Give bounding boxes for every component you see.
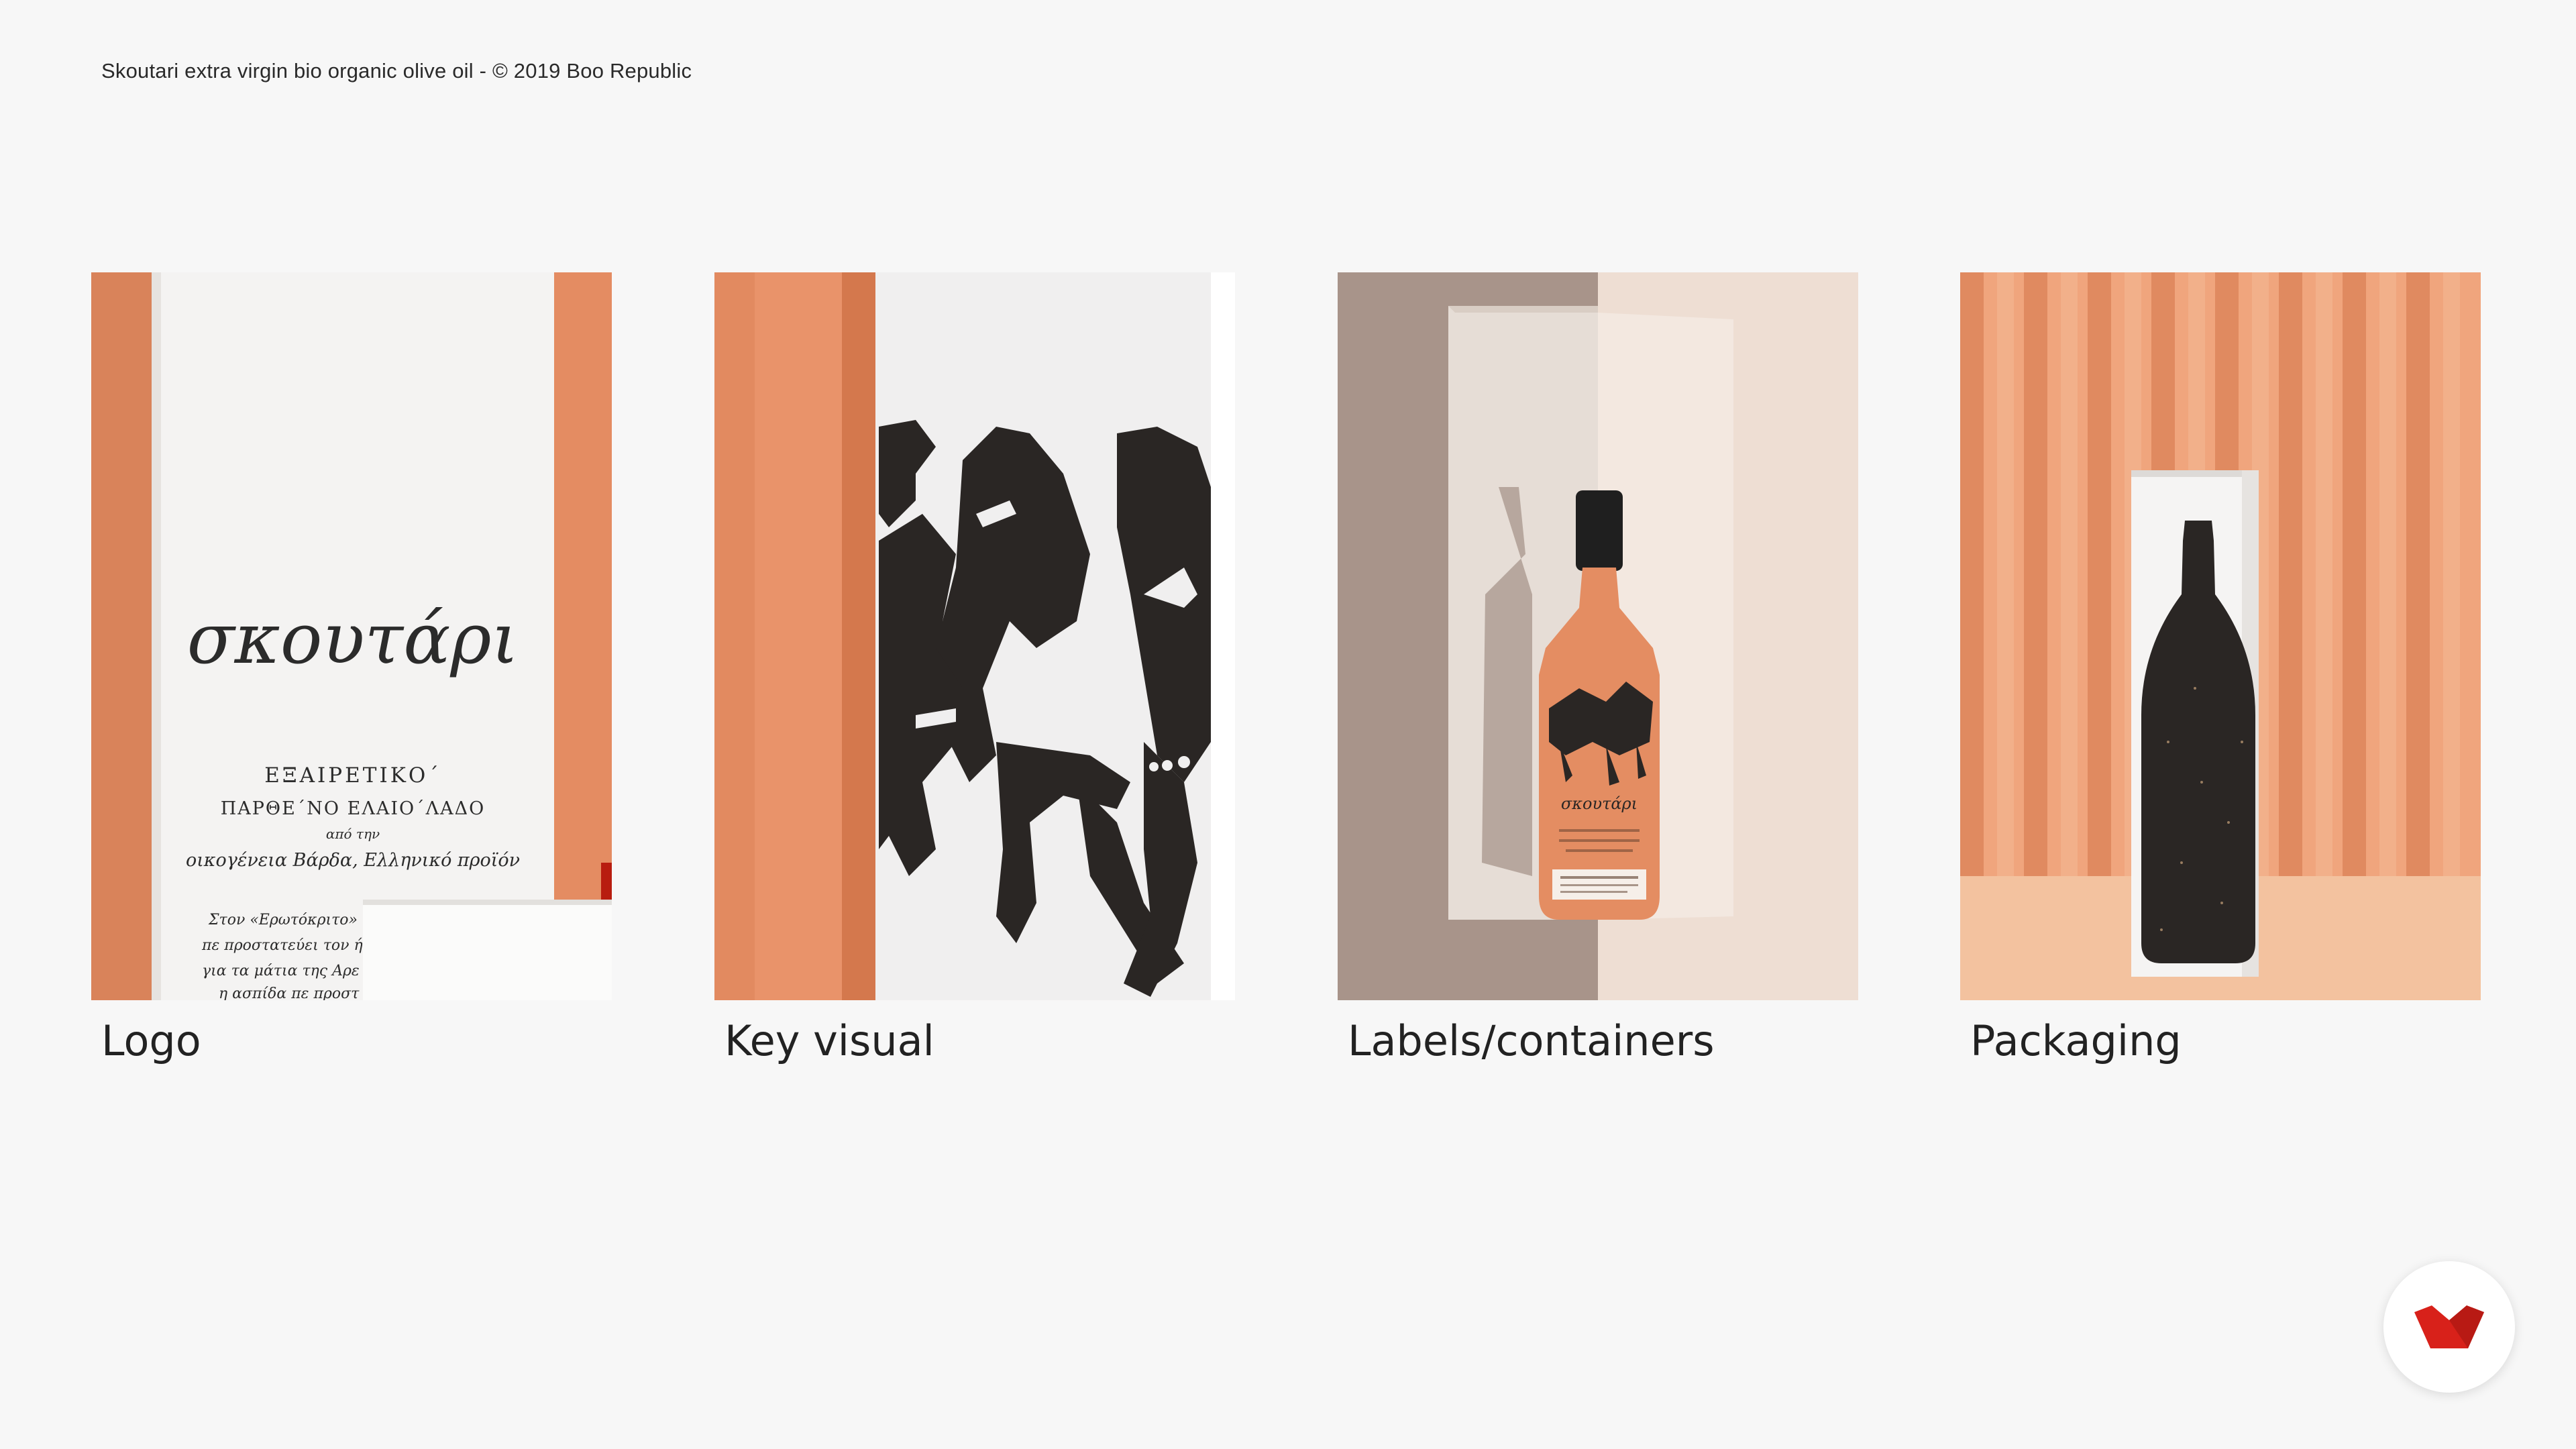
packaging-thumbnail[interactable] bbox=[1960, 272, 2481, 1000]
svg-text:από την: από την bbox=[326, 826, 380, 842]
card-label-logo[interactable]: Logo bbox=[91, 1016, 612, 1065]
svg-text:για τα μάτια της Αρε: για τα μάτια της Αρε bbox=[202, 963, 360, 979]
page: Skoutari extra virgin bio organic olive … bbox=[0, 0, 2576, 1449]
credit-text: Skoutari extra virgin bio organic olive … bbox=[101, 59, 692, 83]
card-label-labels-containers[interactable]: Labels/containers bbox=[1338, 1016, 1858, 1065]
project-card-logo[interactable]: σκουτάρι ΕΞΑΙΡΕΤΙΚΟ΄ ΠΑΡΘΕ΄ΝΟ ΕΛΑΙΟ΄ΛΑΔΟ… bbox=[91, 272, 612, 1065]
card-label-packaging[interactable]: Packaging bbox=[1960, 1016, 2481, 1065]
svg-text:πε προστατεύει τον ή: πε προστατεύει τον ή bbox=[201, 937, 363, 954]
svg-text:ΕΞΑΙΡΕΤΙΚΟ΄: ΕΞΑΙΡΕΤΙΚΟ΄ bbox=[264, 763, 441, 788]
project-card-packaging[interactable]: Packaging bbox=[1960, 272, 2481, 1065]
labels-containers-thumbnail[interactable]: σκουτάρι bbox=[1338, 272, 1858, 1000]
svg-text:οικογένεια Βάρδα, Ελληνικό προ: οικογένεια Βάρδα, Ελληνικό προϊόν bbox=[186, 850, 520, 871]
brand-logo-button[interactable] bbox=[2383, 1261, 2515, 1393]
svg-text:σκουτάρι: σκουτάρι bbox=[1561, 794, 1638, 813]
logo-wordmark: σκουτάρι bbox=[187, 598, 519, 680]
project-card-key-visual[interactable]: Key visual bbox=[714, 272, 1235, 1065]
card-label-key-visual[interactable]: Key visual bbox=[714, 1016, 1235, 1065]
svg-text:η ασπίδα πε προστ: η ασπίδα πε προστ bbox=[219, 985, 360, 1000]
svg-text:Στον «Ερωτόκριτο»: Στον «Ερωτόκριτο» bbox=[208, 912, 358, 928]
logo-thumbnail[interactable]: σκουτάρι ΕΞΑΙΡΕΤΙΚΟ΄ ΠΑΡΘΕ΄ΝΟ ΕΛΑΙΟ΄ΛΑΔΟ… bbox=[91, 272, 612, 1000]
brand-logo-icon bbox=[2414, 1305, 2484, 1348]
key-visual-thumbnail[interactable] bbox=[714, 272, 1235, 1000]
project-card-labels-containers[interactable]: σκουτάρι Labels/containers bbox=[1338, 272, 1858, 1065]
svg-text:ΠΑΡΘΕ΄ΝΟ ΕΛΑΙΟ΄ΛΑΔΟ: ΠΑΡΘΕ΄ΝΟ ΕΛΑΙΟ΄ΛΑΔΟ bbox=[221, 798, 486, 819]
bottle-cap bbox=[1576, 490, 1623, 571]
